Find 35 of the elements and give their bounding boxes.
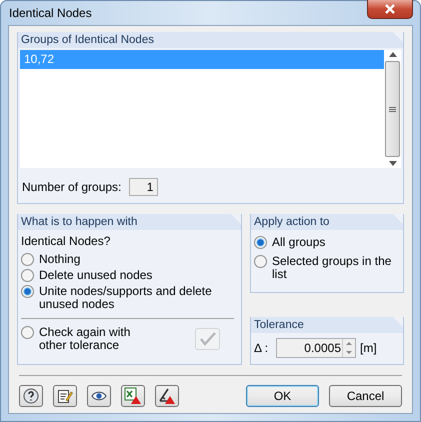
scroll-down-icon — [388, 161, 396, 166]
panel-header: Groups of Identical Nodes — [18, 32, 403, 48]
panel-header: What is to happen with — [18, 214, 241, 230]
radio-option[interactable]: All groups — [254, 236, 400, 249]
close-icon — [384, 4, 396, 14]
close-button[interactable] — [367, 0, 413, 18]
help-icon — [23, 388, 39, 404]
delta-label: Δ : — [254, 341, 270, 355]
radio-option[interactable]: Nothing — [21, 253, 238, 266]
tool-button[interactable] — [87, 385, 111, 407]
spreadsheet-warning-icon — [124, 387, 142, 405]
dialog-button[interactable]: OK — [246, 385, 319, 407]
panel-header: Apply action to — [251, 214, 403, 230]
window-title: Identical Nodes — [8, 6, 92, 20]
radio-option[interactable]: Selected groups in the list — [254, 255, 400, 281]
panel-header: Tolerance — [251, 317, 403, 333]
eye-icon — [91, 390, 107, 402]
radio-option[interactable]: Unite nodes/supports and delete unused nodes — [21, 285, 238, 311]
scroll-up-icon — [388, 52, 396, 57]
scrollbar[interactable] — [384, 50, 401, 168]
radio-option[interactable]: Check again with other tolerance — [21, 326, 151, 352]
ruler-warning-icon — [158, 387, 176, 405]
notepad-icon — [57, 388, 73, 404]
prompt-text: Identical Nodes? — [21, 234, 112, 248]
tool-button[interactable] — [19, 385, 43, 407]
count-label: Number of groups: — [22, 180, 122, 194]
unit-label: [m] — [360, 341, 377, 355]
tool-button[interactable] — [53, 385, 77, 407]
tolerance-spinbox[interactable]: 0.0005 — [276, 338, 356, 358]
dialog-button[interactable]: Cancel — [329, 385, 402, 407]
grip-icon — [389, 106, 396, 112]
count-field: 1 — [129, 178, 158, 196]
tool-button[interactable] — [155, 385, 179, 407]
tool-button[interactable] — [121, 385, 145, 407]
radio-option[interactable]: Delete unused nodes — [21, 269, 238, 282]
